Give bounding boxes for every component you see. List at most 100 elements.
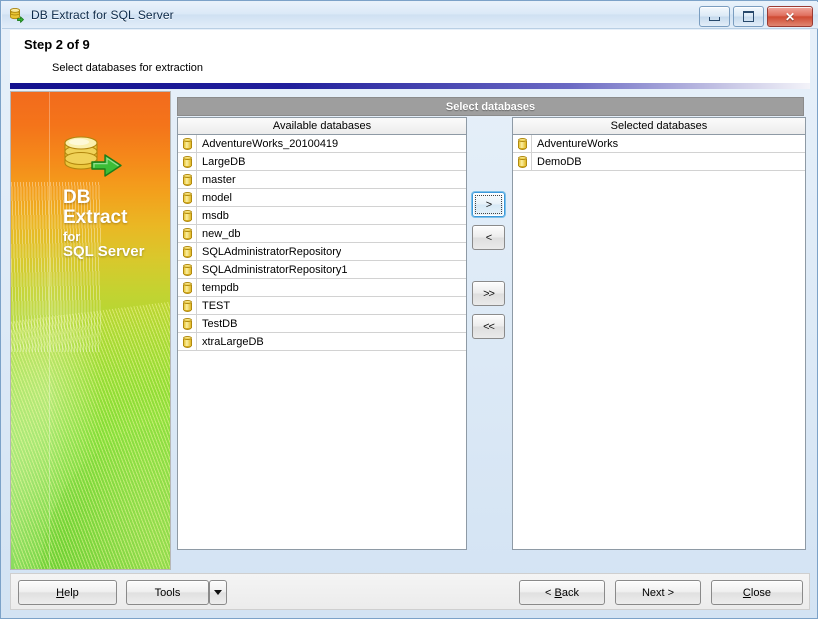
tools-dropdown-button[interactable] xyxy=(209,580,227,605)
list-item-label: master xyxy=(202,173,236,186)
database-icon xyxy=(182,173,192,186)
close-dialog-button[interactable]: Close xyxy=(711,580,803,605)
move-right-button-glyph: > xyxy=(485,198,493,211)
list-item[interactable]: SQLAdministratorRepository xyxy=(178,242,466,261)
minimize-button[interactable] xyxy=(699,6,730,27)
selected-databases-panel: Selected databases AdventureWorks DemoDB xyxy=(512,117,806,551)
list-item-label: DemoDB xyxy=(537,155,582,168)
list-item[interactable]: msdb xyxy=(178,206,466,225)
list-item[interactable]: master xyxy=(178,170,466,189)
chevron-down-icon xyxy=(214,590,222,595)
selected-databases-header: Selected databases xyxy=(512,117,806,135)
database-icon-cell xyxy=(178,260,197,279)
close-button[interactable]: ✕ xyxy=(767,6,813,27)
list-item[interactable]: DemoDB xyxy=(513,152,805,171)
list-item[interactable]: new_db xyxy=(178,224,466,243)
database-icon-cell xyxy=(178,332,197,351)
database-icon-cell xyxy=(178,135,197,153)
list-item-label: SQLAdministratorRepository xyxy=(202,245,342,258)
help-button-label: Help xyxy=(56,586,79,599)
list-item[interactable]: AdventureWorks_20100419 xyxy=(178,135,466,153)
banner-vertical-line xyxy=(49,92,50,569)
transfer-button-group: > < >> << xyxy=(472,117,508,551)
database-icon-cell xyxy=(513,135,532,153)
available-databases-panel: Available databases AdventureWorks_20100… xyxy=(177,117,467,551)
move-left-button-glyph: < xyxy=(485,231,493,244)
move-right-button[interactable]: > xyxy=(472,192,505,217)
database-icon-cell xyxy=(178,224,197,243)
list-item[interactable]: SQLAdministratorRepository1 xyxy=(178,260,466,279)
database-icon-cell xyxy=(178,170,197,189)
list-item[interactable]: TEST xyxy=(178,296,466,315)
next-button[interactable]: Next > xyxy=(615,580,701,605)
footer-bar: Help Tools < Back Next > Close xyxy=(10,573,810,610)
step-subtitle: Select databases for extraction xyxy=(52,62,204,74)
list-item-label: xtraLargeDB xyxy=(202,335,264,348)
database-icon xyxy=(182,281,192,294)
database-icon xyxy=(182,299,192,312)
step-title: Step 2 of 9 xyxy=(24,37,90,52)
available-databases-list[interactable]: AdventureWorks_20100419 LargeDB master mode… xyxy=(177,135,467,550)
move-all-left-button[interactable]: << xyxy=(472,314,505,339)
list-item-label: SQLAdministratorRepository1 xyxy=(202,263,348,276)
database-icon xyxy=(182,209,192,222)
database-icon-cell xyxy=(178,188,197,207)
select-databases-panel: Select databases Available databases Adv… xyxy=(177,91,810,568)
move-left-button[interactable]: < xyxy=(472,225,505,250)
tools-button-label: Tools xyxy=(154,586,181,599)
window-controls: ✕ xyxy=(699,6,813,27)
database-arrow-icon xyxy=(59,132,129,182)
available-databases-header: Available databases xyxy=(177,117,467,135)
list-item-label: AdventureWorks_20100419 xyxy=(202,137,339,150)
window-title: DB Extract for SQL Server xyxy=(31,8,174,22)
list-item-label: LargeDB xyxy=(202,155,246,168)
database-icon xyxy=(182,263,192,276)
database-icon xyxy=(182,155,192,168)
list-item[interactable]: xtraLargeDB xyxy=(178,332,466,351)
panel-title: Select databases xyxy=(177,97,804,116)
database-icon-cell xyxy=(513,152,532,171)
logo-line-4: SQL Server xyxy=(63,243,145,260)
list-item-label: new_db xyxy=(202,227,241,240)
header-divider xyxy=(10,83,810,89)
help-button[interactable]: Help xyxy=(18,580,117,605)
list-item[interactable]: model xyxy=(178,188,466,207)
minimize-icon xyxy=(709,16,720,21)
list-item[interactable]: AdventureWorks xyxy=(513,135,805,153)
database-icon xyxy=(182,227,192,240)
logo-line-1: DB xyxy=(63,187,91,208)
database-icon xyxy=(182,245,192,258)
move-all-right-button-glyph: >> xyxy=(483,287,495,300)
list-item-label: model xyxy=(202,191,232,204)
database-icon-cell xyxy=(178,242,197,261)
back-button-label: < Back xyxy=(545,586,579,599)
move-all-left-button-glyph: << xyxy=(483,320,495,333)
list-item-label: TestDB xyxy=(202,317,238,330)
list-item[interactable]: LargeDB xyxy=(178,152,466,171)
maximize-button[interactable] xyxy=(733,6,764,27)
list-item-label: msdb xyxy=(202,209,229,222)
title-bar: DB Extract for SQL Server ✕ xyxy=(2,2,818,29)
database-icon xyxy=(182,137,192,150)
database-icon-cell xyxy=(178,278,197,297)
close-icon: ✕ xyxy=(784,9,796,24)
list-item[interactable]: TestDB xyxy=(178,314,466,333)
database-icon-cell xyxy=(178,296,197,315)
tools-button[interactable]: Tools xyxy=(126,580,209,605)
app-window: DB Extract for SQL Server ✕ Step 2 of 9 … xyxy=(0,0,818,619)
product-logo-text: DB Extract for SQL Server xyxy=(63,187,170,260)
database-icon xyxy=(182,335,192,348)
database-icon-cell xyxy=(178,152,197,171)
database-icon-cell xyxy=(178,314,197,333)
list-item-label: AdventureWorks xyxy=(537,137,619,150)
logo-line-3: for xyxy=(63,229,81,244)
next-button-label: Next > xyxy=(641,586,675,599)
selected-databases-list[interactable]: AdventureWorks DemoDB xyxy=(512,135,806,550)
move-all-right-button[interactable]: >> xyxy=(472,281,505,306)
database-icon xyxy=(182,191,192,204)
maximize-icon xyxy=(743,11,754,22)
database-icon xyxy=(517,137,527,150)
list-item[interactable]: tempdb xyxy=(178,278,466,297)
back-button[interactable]: < Back xyxy=(519,580,605,605)
product-banner: DB Extract for SQL Server xyxy=(10,91,171,570)
